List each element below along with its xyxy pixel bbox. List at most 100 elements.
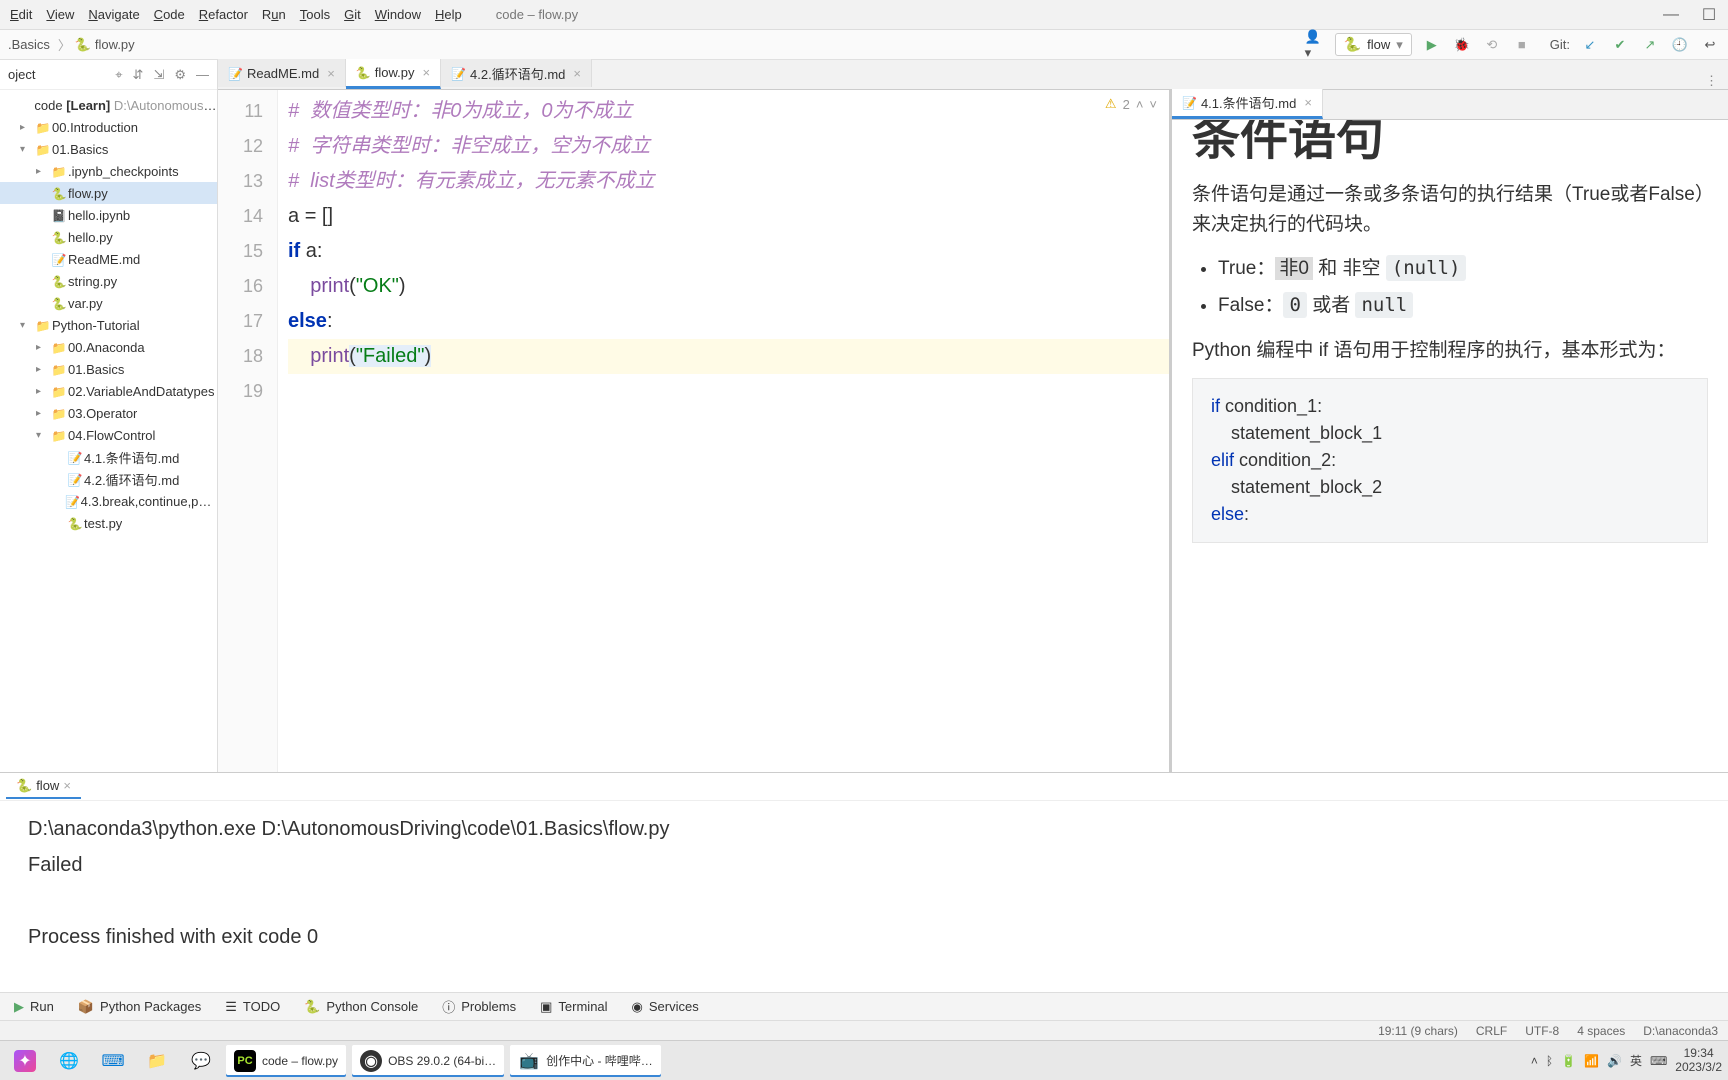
tabs-more-icon[interactable]: ⋮: [1695, 73, 1728, 89]
vcs-update-icon[interactable]: ↙: [1580, 35, 1600, 55]
tray-wifi-icon[interactable]: 📶: [1584, 1054, 1599, 1068]
code-editor[interactable]: ⚠ 2 ˄ ˅ 111213141516171819 # 数值类型时：非0为成立…: [218, 90, 1172, 772]
tree-row[interactable]: code [Learn] D:\AutonomousDriv: [0, 94, 217, 116]
editor-tab[interactable]: 4.2.循环语句.md×: [441, 59, 592, 87]
menu-git[interactable]: Git: [344, 7, 361, 22]
line-separator[interactable]: CRLF: [1476, 1024, 1507, 1038]
preview-tab[interactable]: 4.1.条件语句.md ×: [1172, 89, 1323, 119]
tray-clock[interactable]: 19:34 2023/3/2: [1675, 1047, 1722, 1073]
tray-bluetooth-icon[interactable]: ᛒ: [1546, 1054, 1553, 1068]
md-paragraph: Python 编程中 if 语句用于控制程序的执行，基本形式为：: [1192, 336, 1708, 366]
menu-view[interactable]: View: [46, 7, 74, 22]
stop-button[interactable]: ■: [1512, 35, 1532, 55]
close-icon[interactable]: ×: [1304, 95, 1312, 110]
taskbar-app-obs[interactable]: ◉OBS 29.0.2 (64-bi…: [352, 1045, 504, 1077]
file-encoding[interactable]: UTF-8: [1525, 1024, 1559, 1038]
tree-node-icon: [66, 450, 84, 465]
tool-services[interactable]: ◉Services: [632, 999, 699, 1015]
run-button[interactable]: ▶: [1422, 35, 1442, 55]
tree-row[interactable]: 4.1.条件语句.md: [0, 446, 217, 468]
project-tree[interactable]: code [Learn] D:\AutonomousDriv▸00.Introd…: [0, 90, 217, 538]
tree-row[interactable]: 4.3.break,continue,pass.m: [0, 490, 217, 512]
tree-row[interactable]: ▾01.Basics: [0, 138, 217, 160]
tree-row[interactable]: ▸00.Introduction: [0, 116, 217, 138]
taskbar-app-wechat[interactable]: 💬: [182, 1045, 220, 1077]
menu-code[interactable]: Code: [154, 7, 185, 22]
close-icon[interactable]: ×: [63, 778, 71, 793]
markdown-body[interactable]: 条件语句 条件语句是通过一条或多条语句的执行结果（True或者False）来决定…: [1172, 120, 1728, 772]
vcs-commit-icon[interactable]: ✔: [1610, 35, 1630, 55]
menu-run[interactable]: Run: [262, 7, 286, 22]
close-icon[interactable]: ×: [327, 66, 335, 81]
tree-row[interactable]: ▸02.VariableAndDatatypes: [0, 380, 217, 402]
tool-terminal[interactable]: ▣Terminal: [540, 999, 607, 1015]
vcs-push-icon[interactable]: ↗: [1640, 35, 1660, 55]
tool-python-packages[interactable]: 📦Python Packages: [78, 999, 201, 1015]
tree-row[interactable]: ▸.ipynb_checkpoints: [0, 160, 217, 182]
tray-chevron-icon[interactable]: ˄: [1531, 1054, 1538, 1068]
taskbar-app-vscode[interactable]: ⌨: [94, 1045, 132, 1077]
tray-volume-icon[interactable]: 🔊: [1607, 1054, 1622, 1068]
tree-row[interactable]: hello.py: [0, 226, 217, 248]
menu-navigate[interactable]: Navigate: [88, 7, 139, 22]
tool-run[interactable]: ▶Run: [14, 999, 54, 1015]
taskbar-app-bilibili[interactable]: 📺创作中心 - 哔哩哔…: [510, 1045, 661, 1077]
system-tray[interactable]: ˄ ᛒ 🔋 📶 🔊 英 ⌨ 19:34 2023/3/2: [1531, 1047, 1722, 1073]
vcs-revert-icon[interactable]: ↩: [1700, 35, 1720, 55]
tool-todo[interactable]: ☰TODO: [225, 999, 280, 1015]
tray-ime[interactable]: 英: [1630, 1052, 1642, 1069]
tray-ime-mode-icon[interactable]: ⌨: [1650, 1054, 1667, 1068]
editor-tab[interactable]: ReadME.md×: [218, 59, 346, 87]
tree-row[interactable]: ▸03.Operator: [0, 402, 217, 424]
python-interpreter[interactable]: D:\anaconda3: [1643, 1024, 1718, 1038]
menu-edit[interactable]: Edit: [10, 7, 32, 22]
minimize-button[interactable]: —: [1662, 6, 1680, 24]
expand-all-icon[interactable]: ⇵: [133, 67, 144, 83]
indent-settings[interactable]: 4 spaces: [1577, 1024, 1625, 1038]
code-line: a = []: [288, 199, 1169, 234]
tree-row[interactable]: 4.2.循环语句.md: [0, 468, 217, 490]
vcs-history-icon[interactable]: 🕘: [1670, 35, 1690, 55]
breadcrumb-file[interactable]: flow.py: [75, 37, 135, 53]
tree-row[interactable]: flow.py: [0, 182, 217, 204]
settings-gear-icon[interactable]: ⚙: [174, 67, 186, 83]
maximize-button[interactable]: ☐: [1700, 5, 1718, 25]
run-tab[interactable]: 🐍 flow ×: [6, 775, 81, 799]
collapse-all-icon[interactable]: ⇲: [153, 67, 164, 83]
code-area[interactable]: # 数值类型时：非0为成立，0为不成立 # 字符串类型时：非空成立，空为不成立 …: [278, 90, 1169, 772]
select-opened-file-icon[interactable]: ⌖: [115, 67, 122, 83]
console-output[interactable]: D:\anaconda3\python.exe D:\AutonomousDri…: [0, 801, 1728, 992]
tree-row[interactable]: ▾04.FlowControl: [0, 424, 217, 446]
close-icon[interactable]: ×: [423, 65, 431, 80]
debug-button[interactable]: 🐞: [1452, 35, 1472, 55]
tree-row[interactable]: test.py: [0, 512, 217, 534]
tree-row[interactable]: ▸00.Anaconda: [0, 336, 217, 358]
tree-row[interactable]: ▾Python-Tutorial: [0, 314, 217, 336]
breadcrumb-folder[interactable]: .Basics: [8, 37, 50, 52]
tool-python-console[interactable]: 🐍Python Console: [304, 999, 418, 1015]
hide-icon[interactable]: —: [196, 67, 209, 82]
code-line: if a:: [288, 234, 1169, 269]
project-label[interactable]: oject: [8, 67, 35, 82]
menu-refactor[interactable]: Refactor: [199, 7, 248, 22]
user-icon[interactable]: 👤▾: [1305, 35, 1325, 55]
menu-window[interactable]: Window: [375, 7, 421, 22]
taskbar-app-pycharm[interactable]: PCcode – flow.py: [226, 1045, 346, 1077]
tree-row[interactable]: var.py: [0, 292, 217, 314]
close-icon[interactable]: ×: [573, 66, 581, 81]
tool-problems[interactable]: ⓘProblems: [442, 997, 516, 1016]
caret-position[interactable]: 19:11 (9 chars): [1378, 1024, 1458, 1038]
taskbar-app-generic[interactable]: ✦: [6, 1045, 44, 1077]
tray-battery-icon[interactable]: 🔋: [1561, 1054, 1576, 1068]
menu-tools[interactable]: Tools: [300, 7, 330, 22]
tree-row[interactable]: ReadME.md: [0, 248, 217, 270]
tree-row[interactable]: ▸01.Basics: [0, 358, 217, 380]
tree-row[interactable]: hello.ipynb: [0, 204, 217, 226]
tree-row[interactable]: string.py: [0, 270, 217, 292]
menu-help[interactable]: Help: [435, 7, 462, 22]
editor-tab[interactable]: flow.py×: [346, 59, 441, 89]
taskbar-app-explorer[interactable]: 📁: [138, 1045, 176, 1077]
run-config-selector[interactable]: 🐍 flow ▾: [1335, 33, 1412, 56]
coverage-button[interactable]: ⟲: [1482, 35, 1502, 55]
taskbar-app-chrome[interactable]: 🌐: [50, 1045, 88, 1077]
